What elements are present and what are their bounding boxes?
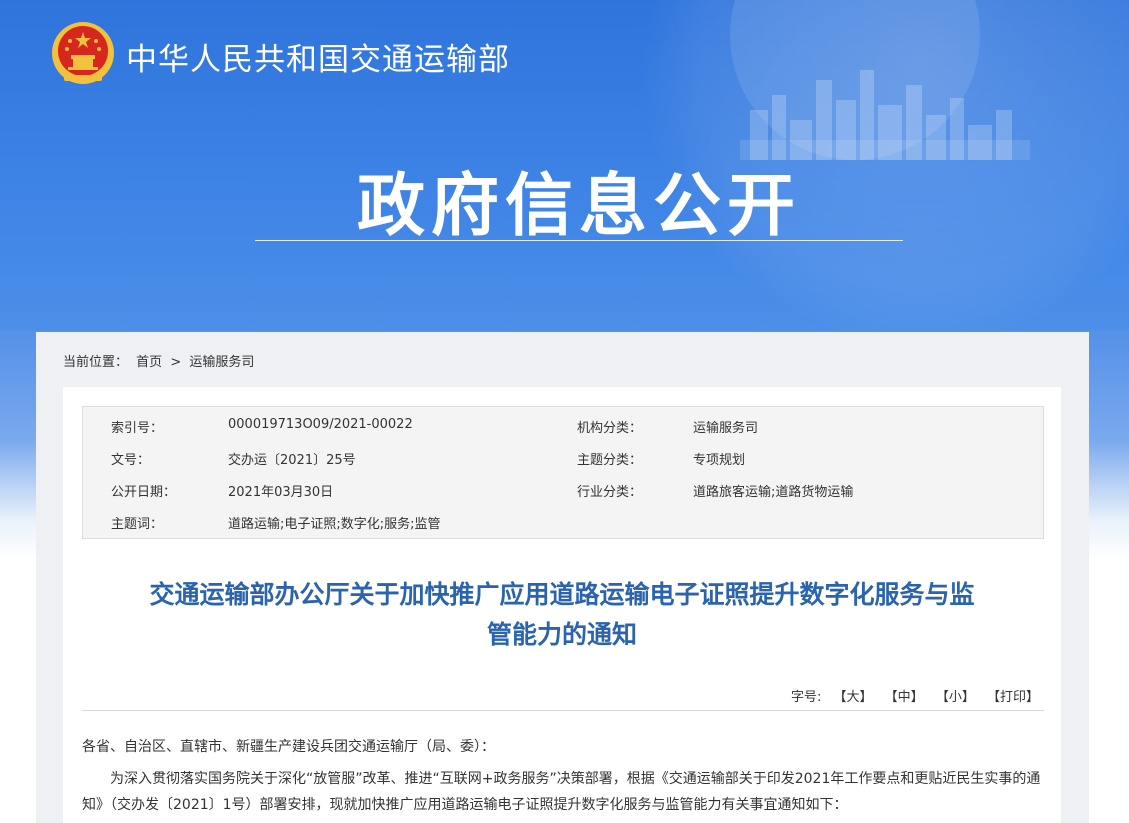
content-divider [82, 710, 1044, 711]
meta-value-industry: 道路旅客运输;道路货物运输 [693, 485, 854, 500]
city-skyline-graphic [740, 70, 1030, 160]
font-large-button[interactable]: 【大】 [834, 690, 873, 705]
breadcrumb-prefix: 当前位置： [63, 355, 129, 370]
meta-value-agency: 运输服务司 [693, 421, 759, 436]
header-banner: 中华人民共和国交通运输部 政府信息公开 [0, 0, 1129, 330]
meta-value-index: 000019713O09/2021-00022 [228, 417, 413, 432]
document-content: 索引号： 000019713O09/2021-00022 机构分类： 运输服务司… [63, 387, 1061, 823]
breadcrumb-current-link[interactable]: 运输服务司 [189, 355, 254, 370]
breadcrumb-separator: > [170, 355, 182, 370]
document-title: 交通运输部办公厅关于加快推广应用道路运输电子证照提升数字化服务与监 管能力的通知 [63, 575, 1061, 655]
meta-value-doc-number: 交办运〔2021〕25号 [228, 453, 356, 468]
document-metadata-box: 索引号： 000019713O09/2021-00022 机构分类： 运输服务司… [82, 406, 1044, 539]
ministry-name: 中华人民共和国交通运输部 [126, 42, 510, 78]
national-emblem-icon [52, 22, 114, 84]
meta-label-doc-number: 文号： [111, 453, 151, 468]
breadcrumb-home-link[interactable]: 首页 [136, 355, 162, 370]
meta-value-publish-date: 2021年03月30日 [228, 485, 334, 500]
meta-value-keywords: 道路运输;电子证照;数字化;服务;监管 [228, 517, 441, 532]
banner-title: 政府信息公开 [356, 167, 801, 246]
document-body: 各省、自治区、直辖市、新疆生产建设兵团交通运输厅（局、委）： 为深入贯彻落实国务… [82, 732, 1044, 818]
meta-label-publish-date: 公开日期： [111, 485, 177, 500]
breadcrumb: 当前位置： 首页 > 运输服务司 [63, 351, 254, 370]
meta-label-agency: 机构分类： [577, 421, 643, 436]
font-medium-button[interactable]: 【中】 [885, 690, 924, 705]
meta-value-topic: 专项规划 [693, 453, 746, 468]
font-size-label: 字号: [790, 690, 822, 705]
font-small-button[interactable]: 【小】 [936, 690, 975, 705]
document-title-line: 交通运输部办公厅关于加快推广应用道路运输电子证照提升数字化服务与监 [149, 580, 975, 609]
font-size-controls: 字号: 【大】 【中】 【小】 【打印】 [791, 686, 1039, 705]
meta-label-keywords: 主题词： [111, 517, 164, 532]
document-salutation: 各省、自治区、直辖市、新疆生产建设兵团交通运输厅（局、委）： [82, 739, 495, 755]
document-title-line: 管能力的通知 [486, 620, 637, 649]
banner-title-underline [255, 240, 903, 241]
meta-label-index: 索引号： [111, 421, 164, 436]
document-paragraph: 为深入贯彻落实国务院关于深化“放管服”改革、推进“互联网+政务服务”决策部署，根… [82, 771, 1041, 813]
meta-label-industry: 行业分类： [577, 485, 643, 500]
main-panel: 当前位置： 首页 > 运输服务司 索引号： 000019713O09/2021-… [36, 332, 1089, 823]
print-button[interactable]: 【打印】 [987, 690, 1039, 705]
meta-label-topic: 主题分类： [577, 453, 643, 468]
